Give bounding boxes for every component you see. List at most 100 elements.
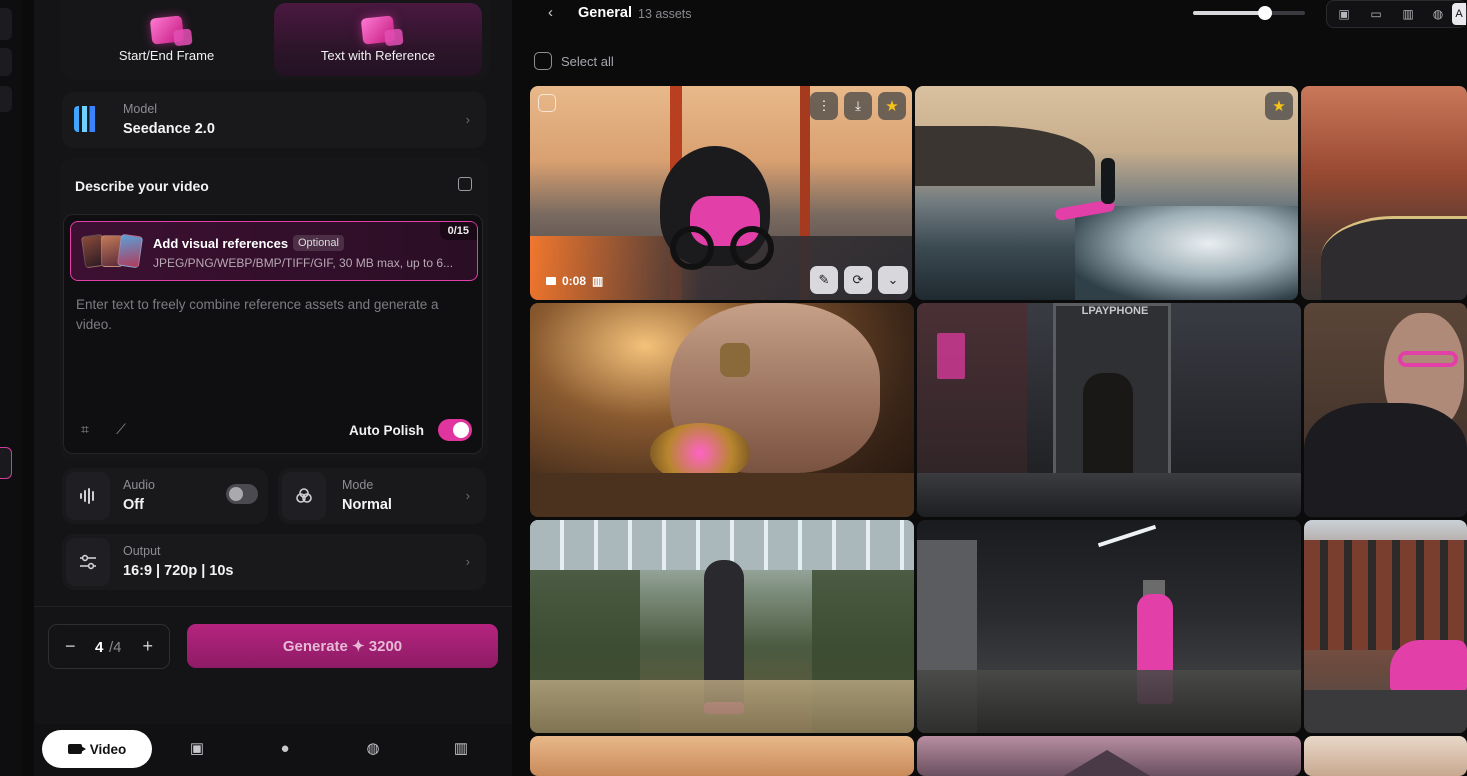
increment-button[interactable]: + [142,636,153,657]
optional-badge: Optional [293,235,344,251]
select-all-label: Select all [561,53,614,69]
zoom-slider-fill [1193,11,1265,15]
rail-item-active[interactable] [0,447,12,479]
quantity-stepper: − 4 /4 + [48,624,170,669]
left-rail [0,0,22,776]
avatar-icon[interactable]: ● [276,740,294,758]
decrement-button[interactable]: − [65,636,76,657]
generate-button[interactable]: Generate ✦ 3200 [187,624,498,668]
asset-tile-watchmaker[interactable] [530,303,914,517]
select-all-checkbox[interactable] [534,52,552,70]
phone-sign: LPAYPHONE [1081,305,1149,317]
prompt-placeholder: Enter text to freely combine reference a… [76,297,439,332]
audio-setting[interactable]: Audio Off [62,468,268,524]
reference-thumbnails-icon [80,233,145,269]
asset-tile-mountain[interactable] [917,736,1301,776]
add-visual-references[interactable]: Add visual references Optional JPEG/PNG/… [70,221,478,281]
image-icon[interactable]: ▣ [188,740,206,758]
start-end-frame-icon [149,15,184,45]
asset-tile-canyon-road[interactable] [1301,86,1467,300]
mode-setting[interactable]: Mode Normal › [278,468,486,524]
rail-item[interactable] [0,8,12,40]
expand-icon[interactable] [458,177,472,191]
refs-count: 0/15 [439,222,477,240]
audio-toggle[interactable] [226,484,258,504]
chevron-right-icon: › [465,488,470,503]
select-all[interactable]: Select all [534,52,614,70]
seedance-logo-icon [74,106,100,132]
auto-polish-toggle[interactable] [438,419,472,441]
asset-tile-old-man-glasses[interactable] [1304,303,1467,517]
video-filter-icon[interactable]: ▭ [1369,7,1383,21]
favorite-star-icon[interactable]: ★ [1265,92,1293,120]
model-selector[interactable]: Model Seedance 2.0 › [62,92,486,148]
prompt-editor[interactable]: Add visual references Optional JPEG/PNG/… [63,214,483,454]
chevron-left-icon[interactable]: ‹ [548,4,553,21]
app-root: Start/End Frame Text with Reference Mode… [0,0,1467,776]
download-icon[interactable]: ⤓ [844,92,872,120]
asset-tile-motorcycle[interactable]: ⋮ ⤓ ★ 0:08 ▥ ✎ ⟳ ⌄ [530,86,912,300]
type-filters: ▣ ▭ ▥ ◍ A [1326,0,1467,28]
output-setting[interactable]: Output 16:9 | 720p | 10s › [62,534,486,590]
gallery-header: ‹ General 13 assets ▣ ▭ ▥ ◍ A [520,0,1467,30]
text-reference-icon [360,15,396,45]
model-label: Model [123,102,158,116]
count-max: /4 [109,639,122,656]
favorite-star-icon[interactable]: ★ [878,92,906,120]
asset-count: 13 assets [638,7,692,21]
audio-bars-icon: ▥ [592,274,604,288]
audio-value: Off [123,497,144,513]
asset-tile-portrait[interactable] [1304,736,1467,776]
audio-waveform-icon [66,472,110,520]
globe-filter-icon[interactable]: ◍ [1431,7,1445,21]
more-options-icon[interactable]: ⋮ [810,92,838,120]
regenerate-icon[interactable]: ⟳ [844,266,872,294]
globe-icon[interactable]: ◍ [364,740,382,758]
video-camera-icon [67,744,86,754]
chevron-down-icon[interactable]: ⌄ [878,266,908,294]
asset-tile-subway[interactable] [917,520,1301,733]
nav-video[interactable]: Video [42,730,152,768]
asset-tile-pink-car[interactable] [1304,520,1467,733]
tab-text-with-reference[interactable]: Text with Reference [274,3,482,76]
all-filter[interactable]: A [1452,3,1466,25]
tab-start-end-frame[interactable]: Start/End Frame [64,3,269,76]
tile-checkbox[interactable] [538,94,556,112]
scan-icon[interactable]: ⌗ [78,422,92,436]
edit-icon[interactable]: ✎ [810,266,838,294]
auto-polish-label: Auto Polish [349,423,424,438]
asset-tile-surfer[interactable]: ★ [915,86,1298,300]
tab-label: Start/End Frame [118,48,215,63]
asset-gallery: ‹ General 13 assets ▣ ▭ ▥ ◍ A Select all [520,0,1467,776]
magic-wand-icon[interactable]: ⟋ [114,422,128,436]
generation-panel: Start/End Frame Text with Reference Mode… [34,0,512,776]
mode-label: Mode [342,478,374,492]
audio-label: Audio [123,478,155,492]
video-camera-icon [546,277,556,285]
mode-value: Normal [342,497,392,513]
asset-tile-phone-booth[interactable]: LPAYPHONE [917,303,1301,517]
nav-video-label: Video [89,741,127,757]
asset-tile-sunset-beach[interactable] [530,736,914,776]
mode-tabs: Start/End Frame Text with Reference [60,0,490,80]
sliders-icon [66,538,110,586]
mode-icon [282,472,326,520]
describe-title: Describe your video [75,178,209,194]
image-filter-icon[interactable]: ▣ [1337,7,1351,21]
output-value: 16:9 | 720p | 10s [123,563,234,579]
asset-tile-roller-skater[interactable] [530,520,914,733]
refs-title: Add visual references [153,236,289,251]
zoom-slider[interactable] [1193,6,1305,20]
rail-item[interactable] [0,48,12,76]
tab-label: Text with Reference [320,48,436,63]
zoom-slider-knob[interactable] [1258,6,1272,20]
bottom-nav: Video ▣ ● ◍ ▥ [34,724,512,776]
duration-badge: 0:08 ▥ [546,274,603,288]
model-value: Seedance 2.0 [123,121,215,137]
audio-icon[interactable]: ▥ [452,740,470,758]
rail-item[interactable] [0,86,12,112]
count-value: 4 [95,639,104,656]
audio-filter-icon[interactable]: ▥ [1401,7,1415,21]
chevron-right-icon: › [465,554,470,569]
gallery-title: General [578,5,632,21]
